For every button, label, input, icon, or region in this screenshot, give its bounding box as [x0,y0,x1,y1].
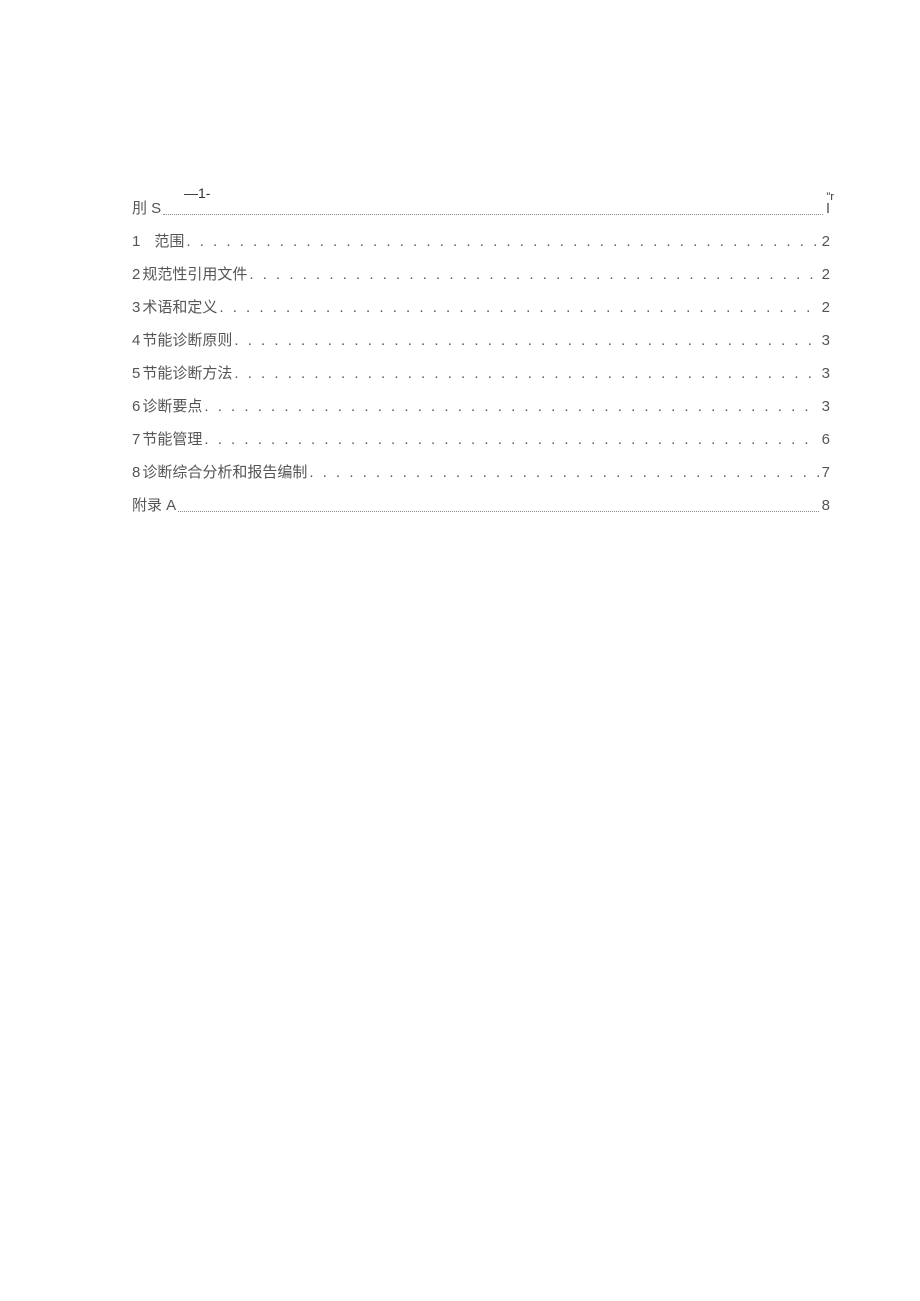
toc-text: 节能诊断原则 [142,332,232,349]
toc-entry: 4节能诊断原则 3 [132,333,830,348]
toc-leader [178,498,818,512]
toc-label: 4节能诊断原则 [132,333,234,348]
toc-page: 7 [819,465,830,480]
toc-leader [186,234,818,249]
toc-num: 2 [132,266,140,283]
toc-label: 2规范性引用文件 [132,267,249,282]
toc-entry: 8诊断综合分析和报告编制 7 [132,465,830,480]
toc-entry: 7节能管理 6 [132,432,830,447]
header-marks: —1- "r [132,185,830,203]
toc-text: 节能管理 [142,431,202,448]
toc-page: 2 [819,234,830,249]
toc-text: 诊断要点 [142,398,202,415]
toc-text: 范围 [154,233,184,250]
toc-label: 5节能诊断方法 [132,366,234,381]
toc-page: 3 [819,399,830,414]
toc-text: 规范性引用文件 [142,266,247,283]
toc-num: 7 [132,431,140,448]
toc-leader [249,267,818,282]
toc-leader [234,366,818,381]
toc-entry: 5节能诊断方法 3 [132,366,830,381]
toc-entry: 1 范围 2 [132,234,830,249]
toc-page: 2 [819,267,830,282]
toc-leader [234,333,818,348]
toc-page: 8 [819,498,830,513]
toc-label: 6诊断要点 [132,399,204,414]
toc-leader [204,399,818,414]
toc-text: 术语和定义 [142,299,217,316]
toc-page: 3 [819,366,830,381]
toc-label: 3术语和定义 [132,300,219,315]
document-page: —1- "r 刖 S I 1范围 2 2规范性引用文件 2 3术语和定义 2 4… [0,0,920,513]
toc-num: 1 [132,233,140,250]
toc-label: 8诊断综合分析和报告编制 [132,465,309,480]
toc-label: 刖 S [132,201,163,216]
toc-num: 5 [132,365,140,382]
toc-leader [163,201,823,215]
header-mark-left: —1- [184,185,210,201]
toc-page: 6 [819,432,830,447]
toc-label: 7节能管理 [132,432,204,447]
toc-label: 附录 A [132,498,178,513]
toc-entry: 刖 S I [132,201,830,216]
toc-text: 节能诊断方法 [142,365,232,382]
toc-entry: 2规范性引用文件 2 [132,267,830,282]
toc-leader [219,300,818,315]
toc-num: 4 [132,332,140,349]
toc-num: 6 [132,398,140,415]
toc-label: 1 范围 [132,234,186,249]
toc-leader [309,465,818,480]
header-mark-right: "r [826,191,834,203]
toc-text: 诊断综合分析和报告编制 [142,464,307,481]
toc-entry: 附录 A 8 [132,498,830,513]
toc-entry: 6诊断要点 3 [132,399,830,414]
toc-page: 2 [819,300,830,315]
toc-entry: 3术语和定义 2 [132,300,830,315]
toc-leader [204,432,818,447]
toc-num: 8 [132,464,140,481]
toc-page: I [823,201,830,216]
toc-num: 3 [132,299,140,316]
toc-page: 3 [819,333,830,348]
